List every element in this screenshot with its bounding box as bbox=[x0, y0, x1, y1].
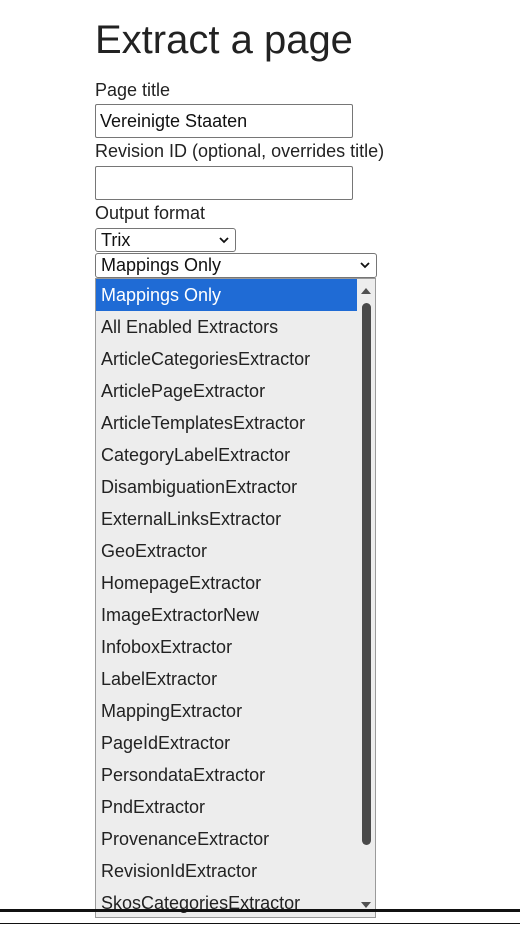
output-format-value: Trix bbox=[101, 230, 131, 250]
dropdown-option[interactable]: GeoExtractor bbox=[96, 535, 358, 567]
page: Extract a page Page title Revision ID (o… bbox=[0, 0, 520, 927]
dropdown-option[interactable]: PersondataExtractor bbox=[96, 759, 358, 791]
dropdown-option[interactable]: ExternalLinksExtractor bbox=[96, 503, 358, 535]
dropdown-option[interactable]: Mappings Only bbox=[96, 279, 358, 311]
output-format-label: Output format bbox=[95, 203, 206, 223]
chevron-down-icon bbox=[219, 237, 229, 244]
dropdown-option[interactable]: ArticleCategoriesExtractor bbox=[96, 343, 358, 375]
dropdown-option[interactable]: All Enabled Extractors bbox=[96, 311, 358, 343]
chevron-down-icon bbox=[360, 262, 370, 269]
dropdown-option[interactable]: LabelExtractor bbox=[96, 663, 358, 695]
dropdown-option[interactable]: PageIdExtractor bbox=[96, 727, 358, 759]
bottom-divider bbox=[0, 909, 520, 912]
dropdown-option[interactable]: SkosCategoriesExtractor bbox=[96, 887, 358, 917]
output-format-select[interactable]: Trix bbox=[95, 228, 236, 252]
dropdown-option[interactable]: RevisionIdExtractor bbox=[96, 855, 358, 887]
dropdown-option[interactable]: DisambiguationExtractor bbox=[96, 471, 358, 503]
dropdown-option[interactable]: HomepageExtractor bbox=[96, 567, 358, 599]
dropdown-option[interactable]: ArticlePageExtractor bbox=[96, 375, 358, 407]
scrollbar-thumb[interactable] bbox=[362, 303, 371, 845]
dropdown-option[interactable]: ProvenanceExtractor bbox=[96, 823, 358, 855]
bottom-divider-thin bbox=[0, 923, 520, 924]
dropdown-option[interactable]: InfoboxExtractor bbox=[96, 631, 358, 663]
dropdown-option[interactable]: PndExtractor bbox=[96, 791, 358, 823]
extractors-value: Mappings Only bbox=[101, 255, 222, 275]
triangle-up-icon[interactable] bbox=[357, 283, 375, 299]
dropdown-option[interactable]: ImageExtractorNew bbox=[96, 599, 358, 631]
page-title-label: Page title bbox=[95, 80, 171, 100]
revision-id-input[interactable] bbox=[95, 166, 353, 200]
page-title: Extract a page bbox=[95, 18, 353, 62]
dropdown-scrollbar[interactable] bbox=[357, 279, 375, 917]
extractors-select[interactable]: Mappings Only bbox=[95, 253, 377, 278]
revision-id-label: Revision ID (optional, overrides title) bbox=[95, 141, 385, 161]
dropdown-option[interactable]: CategoryLabelExtractor bbox=[96, 439, 358, 471]
dropdown-option[interactable]: MappingExtractor bbox=[96, 695, 358, 727]
page-title-input[interactable] bbox=[95, 104, 353, 138]
extractors-dropdown-list[interactable]: SkosCategoriesExtractor RevisionIdExtract… bbox=[95, 278, 376, 918]
dropdown-option[interactable]: ArticleTemplatesExtractor bbox=[96, 407, 358, 439]
